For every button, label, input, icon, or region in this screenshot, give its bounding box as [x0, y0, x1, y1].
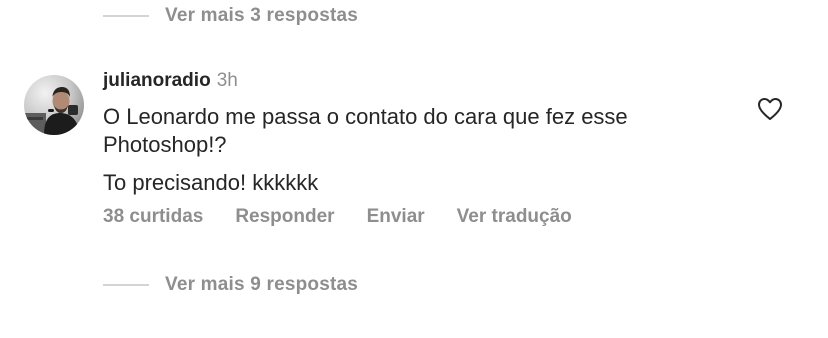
likes-count-button[interactable]: 38 curtidas — [103, 206, 203, 228]
timestamp: 3h — [216, 70, 238, 91]
view-more-replies-label[interactable]: Ver mais 3 respostas — [165, 5, 358, 27]
view-more-replies-top[interactable]: Ver mais 3 respostas — [103, 5, 358, 27]
view-more-replies-label[interactable]: Ver mais 9 respostas — [165, 274, 358, 296]
see-translation-button[interactable]: Ver tradução — [457, 206, 572, 228]
comment-text-line: O Leonardo me passa o contato do cara qu… — [103, 104, 628, 157]
send-button[interactable]: Enviar — [367, 206, 425, 228]
avatar[interactable] — [24, 75, 84, 135]
comment-header: julianoradio 3h — [103, 70, 238, 92]
reply-divider-line — [103, 15, 149, 17]
comment-body: O Leonardo me passa o contato do cara qu… — [103, 103, 723, 197]
reply-divider-line — [103, 284, 149, 286]
reply-button[interactable]: Responder — [235, 206, 334, 228]
heart-icon — [758, 98, 782, 120]
user-avatar-photo — [24, 75, 84, 135]
heart-outline-icon[interactable] — [757, 97, 783, 121]
comment-actions: 38 curtidas Responder Enviar Ver traduçã… — [103, 206, 604, 228]
comment-text-line: To precisando! kkkkkk — [103, 170, 319, 195]
view-more-replies-bottom[interactable]: Ver mais 9 respostas — [103, 274, 358, 296]
comment-thread: Ver mais 3 respostas julianoradio 3h O L… — [0, 0, 828, 338]
username[interactable]: julianoradio — [103, 70, 211, 92]
